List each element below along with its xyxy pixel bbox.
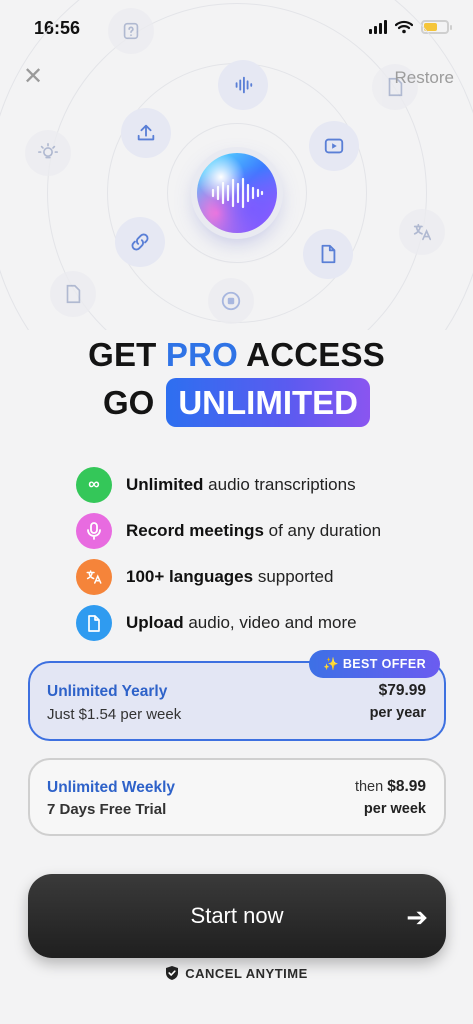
feature-bold: Unlimited [126,475,204,494]
feature-bold: Upload [126,613,184,632]
cancel-anytime-label: CANCEL ANYTIME [185,965,308,981]
feature-item: Upload audio, video and more [76,600,456,646]
feature-list: ∞ Unlimited audio transcriptions Record … [76,462,456,646]
plan-price: $79.99 [378,682,426,699]
translate-icon [76,559,112,595]
pdf-icon [50,271,96,317]
translate-icon [399,209,445,255]
play-video-icon [309,121,359,171]
feature-item: ∞ Unlimited audio transcriptions [76,462,456,508]
plan-name: Unlimited Weekly [47,779,176,796]
plan-then: then [354,779,388,795]
document-icon [303,229,353,279]
question-icon [108,8,154,54]
plan-period: per week [363,801,426,817]
link-icon [115,217,165,267]
feature-item: Record meetings of any duration [76,508,456,554]
plan-weekly[interactable]: Unlimited Weekly 7 Days Free Trial then … [28,758,446,836]
headline-pro: PRO [165,336,239,373]
unlimited-pill: UNLIMITED [166,378,370,427]
lightbulb-icon [25,130,71,176]
close-button[interactable]: ✕ [22,65,44,89]
plan-price-wrap: then $8.99 [355,778,426,796]
headline-line2: GO UNLIMITED [0,378,473,427]
file-icon [76,605,112,641]
restore-button[interactable]: Restore [394,68,454,88]
shield-check-icon [166,966,179,980]
best-offer-badge: ✨ BEST OFFER [309,650,441,678]
headline-line1: GET PRO ACCESS [0,336,473,374]
hero-illustration [0,0,473,330]
voice-orb-logo [197,153,277,233]
feature-bold: 100+ languages [126,567,254,586]
feature-text: supported [253,567,334,586]
plan-price: $8.99 [387,778,426,795]
feature-bold: Record meetings [126,521,264,540]
waveform-icon [211,177,264,209]
feature-item: 100+ languages supported [76,554,456,600]
stop-icon [208,278,254,324]
headline-get: GET [88,336,157,373]
audio-wave-icon [218,60,268,110]
cancel-anytime: CANCEL ANYTIME [0,965,473,981]
feature-text: audio transcriptions [203,475,356,494]
plan-name: Unlimited Yearly [47,683,168,700]
upload-icon [121,108,171,158]
feature-text: audio, video and more [183,613,357,632]
plan-period: per year [369,705,426,721]
start-now-button[interactable]: Start now ➔ [28,874,446,958]
arrow-right-icon: ➔ [406,902,428,932]
plan-subtitle: 7 Days Free Trial [47,801,167,818]
start-now-label: Start now [190,903,284,928]
microphone-icon [76,513,112,549]
infinity-icon: ∞ [76,467,112,503]
headline-go: GO [103,383,155,421]
plan-subtitle: Just $1.54 per week [47,706,182,723]
headline-access: ACCESS [246,336,385,373]
feature-text: of any duration [263,521,382,540]
